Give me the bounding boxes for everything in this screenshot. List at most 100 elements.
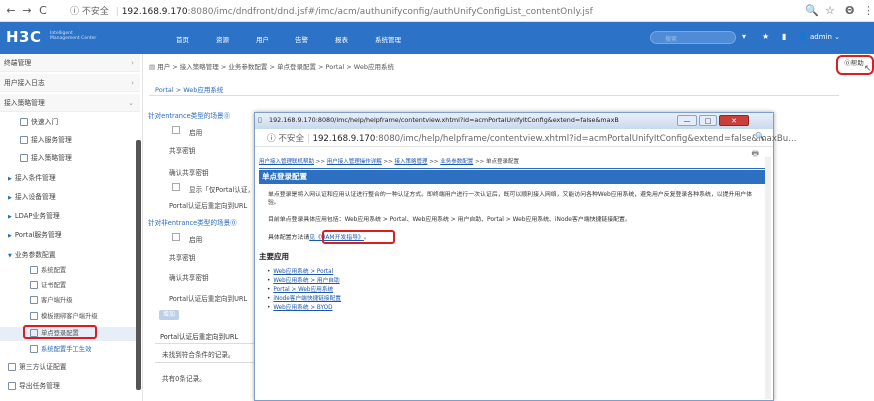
- browser-toolbar: ← → C ⓘ 不安全 | 192.168.9.170:8080/imc/dnd…: [0, 0, 874, 22]
- sidebar-item-service-param[interactable]: ▼ 业务参数配置: [0, 247, 140, 263]
- nav-alarm[interactable]: 告警: [295, 34, 308, 44]
- nav-home[interactable]: 首页: [176, 34, 189, 44]
- chevron-down-icon[interactable]: ▾: [742, 32, 746, 41]
- crumb-link[interactable]: 业务参数配置: [440, 159, 473, 165]
- portal-redirect-label: Portal认证后重定向到URL: [169, 202, 248, 210]
- main-apps-heading: 主要应用: [259, 252, 289, 261]
- chevron-right-icon: ›: [131, 79, 134, 87]
- sidebar-item-cert-config[interactable]: 证书配置: [0, 279, 140, 293]
- sidebar-item-portal[interactable]: ▶ Portal服务管理: [0, 227, 140, 243]
- portal-redirect-label-2: Portal认证后重定向到URL: [169, 295, 248, 303]
- user-avatar-icon[interactable]: 👤: [798, 32, 808, 41]
- sidebar-item-access-condition[interactable]: ▶ 接入条件管理: [0, 170, 140, 186]
- sidebar-item-export-task[interactable]: 导出任务管理: [0, 378, 140, 394]
- help-circle-icon[interactable]: ⓪: [224, 112, 231, 120]
- shared-key-label: 共享密钥: [169, 147, 196, 155]
- sidebar-item-label: 用户接入日志: [4, 79, 45, 87]
- minimize-button[interactable]: —: [677, 115, 697, 126]
- sidebar-item-label: 导出任务管理: [19, 382, 60, 390]
- entrance-enable-checkbox[interactable]: [172, 126, 180, 134]
- reload-icon[interactable]: C: [36, 4, 50, 17]
- app-link[interactable]: • Portal > Web应用系统: [267, 284, 333, 293]
- zoom-icon[interactable]: 🔍: [755, 132, 765, 141]
- sidebar-item-system-config[interactable]: 系统配置: [0, 264, 140, 278]
- address-bar[interactable]: ⓘ 不安全 | 192.168.9.170:8080/imc/dndfront/…: [70, 4, 593, 17]
- add-button[interactable]: 增加: [159, 310, 179, 320]
- sidebar-item-binding-upgrade[interactable]: 模板捆绑客户端升级: [0, 310, 140, 324]
- non-entrance-enable-checkbox[interactable]: [172, 233, 180, 241]
- sidebar-item-manual-effect[interactable]: 系统配置手工生效: [0, 343, 140, 357]
- app-link[interactable]: • Web应用系统 > Portal: [267, 266, 333, 275]
- admin-menu[interactable]: admin ⌄: [810, 33, 840, 41]
- caret-right-icon: ▶: [8, 195, 12, 201]
- info-icon: ⓘ: [267, 134, 279, 144]
- caret-down-icon: ▼: [8, 253, 12, 259]
- sidebar-item-label: 接入服务管理: [31, 136, 72, 144]
- app-link-text: Web应用系统 > BYOD: [273, 305, 333, 311]
- service-icon: [20, 136, 28, 144]
- sub-breadcrumb: Portal > Web应用系统: [149, 80, 839, 96]
- zoom-icon[interactable]: 🔍: [805, 4, 819, 17]
- confirm-shared-key-label-2: 确认共享密钥: [169, 274, 209, 282]
- table-divider: [155, 343, 255, 344]
- sidebar-item-quick-access[interactable]: 快速入门: [0, 114, 140, 130]
- help-popup-window[interactable]: ▯ 192.168.9.170:8080/imc/help/helpframe/…: [254, 112, 796, 401]
- popup-scrollbar[interactable]: [765, 157, 771, 399]
- nav-report[interactable]: 报表: [335, 34, 348, 44]
- sidebar-item-label: 终端管理: [4, 59, 32, 67]
- popup-address-bar[interactable]: ⓘ 不安全 | 192.168.9.170:8080/imc/help/help…: [255, 129, 796, 147]
- close-button[interactable]: ✕: [719, 115, 749, 126]
- url-host: 192.168.9.170: [121, 7, 188, 17]
- breadcrumb-icon: ▤: [149, 63, 158, 71]
- breadcrumb: ▤ 用户 > 接入策略管理 > 业务参数配置 > 单点登录配置 > Portal…: [149, 61, 394, 71]
- breadcrumb-text: 用户 > 接入策略管理 > 业务参数配置 > 单点登录配置 > Portal >…: [157, 63, 394, 71]
- nav-resource[interactable]: 资源: [216, 34, 229, 44]
- forward-icon[interactable]: →: [20, 4, 34, 17]
- nav-user[interactable]: 用户: [256, 34, 269, 44]
- header-search-input[interactable]: 搜索: [650, 31, 736, 44]
- sidebar-item-access-log[interactable]: 用户接入日志 ›: [0, 74, 140, 92]
- sidebar-item-ldap[interactable]: ▶ LDAP业务管理: [0, 208, 140, 224]
- maximize-button[interactable]: □: [699, 115, 717, 126]
- sidebar-item-access-service[interactable]: 接入服务管理: [0, 132, 140, 148]
- sso-highlight-box: [23, 325, 97, 339]
- sidebar-item-label: 快速入门: [31, 118, 59, 126]
- sub-breadcrumb-text[interactable]: Portal > Web应用系统: [155, 84, 223, 94]
- crumb-link[interactable]: 接入策略管理: [394, 159, 427, 165]
- sidebar-scrollbar[interactable]: [136, 140, 141, 390]
- sidebar-item-terminal[interactable]: 终端管理 ›: [0, 54, 140, 72]
- insecure-label: 不安全: [81, 7, 109, 17]
- crumb-link[interactable]: 用户接入管理操作详解: [327, 159, 382, 165]
- menu-icon[interactable]: ⋮: [863, 4, 874, 17]
- sidebar-item-label: 系统配置: [41, 267, 67, 274]
- favorite-star-icon[interactable]: ★: [762, 32, 769, 41]
- bookmark-icon[interactable]: ▮: [782, 32, 786, 41]
- show-portal-checkbox[interactable]: [172, 183, 180, 191]
- sidebar-item-access-device[interactable]: ▶ 接入设备管理: [0, 189, 140, 205]
- sidebar-item-label: 客户端升级: [41, 297, 73, 304]
- sidebar-item-client-upgrade[interactable]: 客户端升级: [0, 294, 140, 308]
- app-link[interactable]: • Web应用系统 > BYOD: [267, 302, 333, 311]
- popup-url-host: 192.168.9.170: [312, 134, 376, 144]
- crumb-link[interactable]: 用户接入管理联机帮助: [259, 159, 314, 165]
- cert-icon: [30, 281, 38, 289]
- sidebar-item-label: 接入策略管理: [31, 154, 72, 162]
- sidebar-item-label: 接入设备管理: [14, 193, 56, 201]
- popup-titlebar[interactable]: ▯ 192.168.9.170:8080/imc/help/helpframe/…: [255, 113, 773, 129]
- uam-link-highlight-box: [322, 230, 395, 244]
- help-circle-icon[interactable]: ⓪: [230, 219, 237, 227]
- app-link[interactable]: • iNode客户端快捷链接配置: [267, 293, 341, 302]
- sidebar-item-access-policy-sub[interactable]: 接入策略管理: [0, 150, 140, 166]
- sidebar-item-label: Portal服务管理: [14, 231, 62, 239]
- app-header: H3C Intelligent Management Center 首页 资源 …: [0, 22, 874, 54]
- app-link[interactable]: • Web应用系统 > 用户自助: [267, 275, 340, 284]
- upgrade-icon: [30, 296, 38, 304]
- back-icon[interactable]: ←: [4, 4, 18, 17]
- profile-icon[interactable]: Θ: [845, 4, 854, 17]
- sidebar-item-label: 系统配置手工生效: [41, 346, 92, 353]
- h3c-logo: H3C: [6, 28, 42, 46]
- sidebar-item-third-party[interactable]: 第三方认证配置: [0, 359, 140, 375]
- bookmark-star-icon[interactable]: ☆: [825, 4, 835, 17]
- nav-system[interactable]: 系统管理: [375, 34, 401, 44]
- sidebar-item-access-policy[interactable]: 接入策略管理 ⌄: [0, 94, 140, 112]
